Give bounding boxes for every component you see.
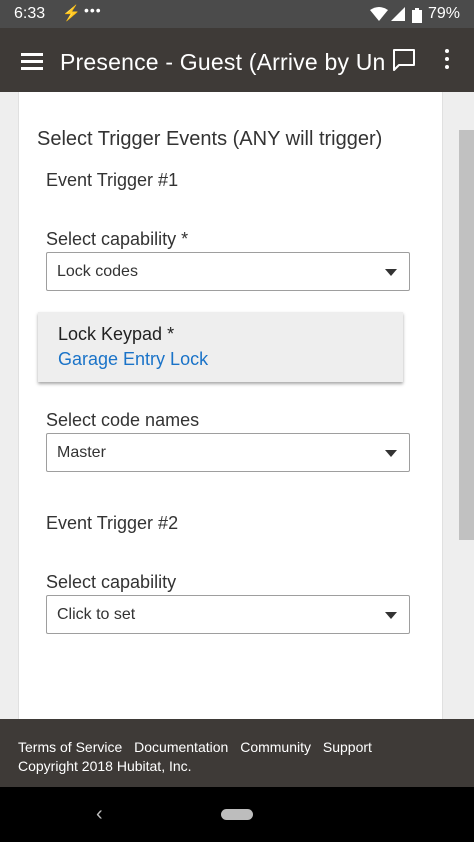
device-card-value[interactable]: Garage Entry Lock: [58, 349, 208, 370]
capability-label-1: Select capability *: [46, 229, 189, 249]
capability-select-2-value: Click to set: [57, 606, 136, 623]
lock-keypad-device-card[interactable]: Lock Keypad * Garage Entry Lock: [38, 312, 403, 382]
capability-select-2[interactable]: Click to set: [46, 595, 410, 634]
code-names-label: Select code names: [46, 410, 200, 430]
trigger-1-heading: Event Trigger #1: [46, 170, 179, 190]
code-names-select-value: Master: [57, 444, 106, 461]
trigger-2-heading: Event Trigger #2: [46, 513, 179, 533]
dropdown-arrow-icon: [385, 450, 397, 457]
wifi-icon: [370, 7, 388, 21]
system-nav-bar: ‹: [0, 787, 474, 842]
community-link[interactable]: Community: [240, 739, 311, 755]
footer: Terms of Service Documentation Community…: [0, 719, 474, 787]
battery-percentage: 79%: [428, 5, 461, 22]
charging-bolt-icon: ⚡: [62, 5, 81, 22]
scrollbar-thumb[interactable]: [459, 130, 474, 540]
dropdown-arrow-icon: [385, 269, 397, 276]
page-title: Presence - Guest (Arrive by Un: [60, 49, 386, 75]
device-card-label: Lock Keypad *: [58, 324, 175, 344]
back-icon[interactable]: ‹: [96, 803, 103, 826]
footer-links: Terms of Service Documentation Community…: [18, 739, 380, 755]
more-vert-icon[interactable]: [438, 48, 456, 70]
battery-icon: [412, 8, 422, 23]
section-title: Select Trigger Events (ANY will trigger): [37, 128, 383, 150]
code-names-select[interactable]: Master: [46, 433, 410, 472]
home-pill-icon[interactable]: [221, 809, 253, 820]
capability-label-2: Select capability: [46, 572, 177, 592]
feedback-icon[interactable]: [392, 48, 416, 72]
content-area: Select Trigger Events (ANY will trigger)…: [0, 92, 474, 719]
app-bar: Presence - Guest (Arrive by Un: [0, 28, 474, 92]
documentation-link[interactable]: Documentation: [134, 739, 228, 755]
support-link[interactable]: Support: [323, 739, 372, 755]
dropdown-arrow-icon: [385, 612, 397, 619]
capability-select-1[interactable]: Lock codes: [46, 252, 410, 291]
more-notifications-icon: •••: [84, 2, 102, 18]
menu-icon[interactable]: [21, 53, 43, 70]
terms-of-service-link[interactable]: Terms of Service: [18, 739, 122, 755]
capability-select-1-value: Lock codes: [57, 263, 138, 280]
status-time: 6:33: [14, 5, 46, 22]
signal-icon: [391, 7, 405, 21]
copyright-text: Copyright 2018 Hubitat, Inc.: [18, 758, 192, 774]
status-bar: 6:33 ⚡ ••• 79%: [0, 0, 474, 28]
